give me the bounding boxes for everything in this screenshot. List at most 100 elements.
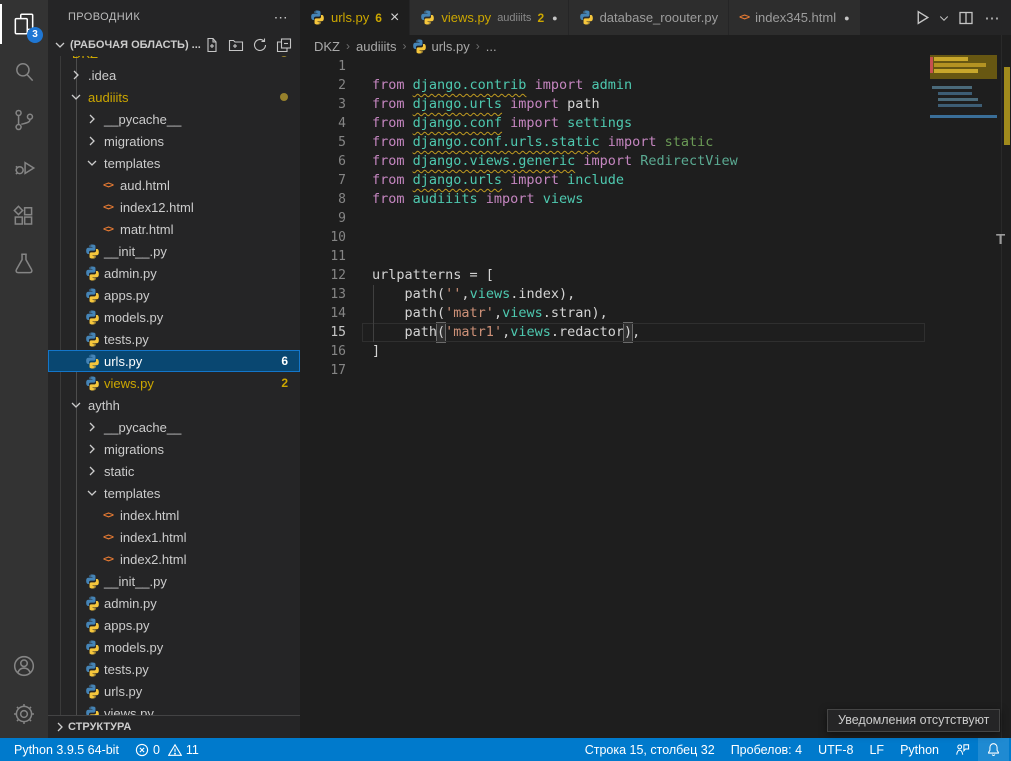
indentation-status[interactable]: Пробелов: 4 [723, 738, 810, 761]
tree-item-apps.py[interactable]: apps.py [48, 284, 300, 306]
line-number: 10 [300, 228, 346, 247]
tree-item-label: tests.py [104, 662, 149, 677]
vscode-window: 3 [0, 0, 1011, 761]
breadcrumb-item-audiiits[interactable]: audiiits [356, 39, 396, 54]
breadcrumb-item-...[interactable]: ... [486, 39, 497, 54]
tree-item-label: index2.html [120, 552, 186, 567]
tree-item-tests.py[interactable]: tests.py [48, 658, 300, 680]
overview-ruler[interactable]: T [1001, 35, 1011, 738]
tree-item-audiiits[interactable]: audiiits [48, 86, 300, 108]
language-mode-status[interactable]: Python [892, 738, 947, 761]
tree-item-aud.html[interactable]: <>aud.html [48, 174, 300, 196]
tree-item-index1.html[interactable]: <>index1.html [48, 526, 300, 548]
new-folder-icon[interactable] [228, 37, 244, 53]
tree-item-migrations[interactable]: migrations [48, 130, 300, 152]
tree-item-__init__.py[interactable]: __init__.py [48, 240, 300, 262]
tab-description: audiiits [497, 12, 531, 24]
tree-item-label: urls.py [104, 684, 142, 699]
code-editor[interactable]: 12from django.contrib import admin3from … [300, 57, 1011, 738]
breadcrumb-item-DKZ[interactable]: DKZ [314, 39, 340, 54]
split-editor-icon[interactable] [955, 7, 977, 29]
search-icon[interactable] [0, 48, 48, 96]
tree-item-templates[interactable]: templates [48, 152, 300, 174]
cursor-position-status[interactable]: Строка 15, столбец 32 [577, 738, 723, 761]
run-debug-icon[interactable] [0, 144, 48, 192]
tree-item-matr.html[interactable]: <>matr.html [48, 218, 300, 240]
tree-item-views.py[interactable]: views.py [48, 702, 300, 716]
source-control-icon[interactable] [0, 96, 48, 144]
encoding-status[interactable]: UTF-8 [810, 738, 861, 761]
code-indent-guide [373, 285, 374, 342]
tab-bar: urls.py6×views.pyaudiiits2●database_roou… [300, 0, 1011, 35]
tree-item-index.html[interactable]: <>index.html [48, 504, 300, 526]
tab-index345.html[interactable]: <>index345.html● [729, 0, 860, 35]
tab-views.py[interactable]: views.pyaudiiits2● [410, 0, 568, 35]
tree-item-.idea[interactable]: .idea [48, 64, 300, 86]
tree-item-models.py[interactable]: models.py [48, 306, 300, 328]
dirty-dot-icon[interactable]: ● [844, 13, 849, 23]
tree-item-__init__.py[interactable]: __init__.py [48, 570, 300, 592]
notifications-bell-icon[interactable] [978, 738, 1009, 761]
tree-item-admin.py[interactable]: admin.py [48, 592, 300, 614]
sidebar-title-bar: ПРОВОДНИК ⋯ [48, 0, 300, 34]
problems-badge: 6 [281, 354, 288, 368]
code-line-16: 16] [300, 342, 1011, 361]
close-icon[interactable]: × [390, 10, 399, 26]
tab-database_roouter.py[interactable]: database_roouter.py [569, 0, 730, 35]
python-interpreter-status[interactable]: Python 3.9.5 64-bit [6, 738, 127, 761]
account-icon[interactable] [0, 642, 48, 690]
explorer-icon[interactable]: 3 [0, 0, 48, 48]
eol-status[interactable]: LF [861, 738, 892, 761]
chevron-right-icon [84, 111, 100, 127]
tree-item-urls.py[interactable]: urls.py6 [48, 350, 300, 372]
feedback-icon[interactable] [947, 738, 978, 761]
python-icon [85, 354, 100, 369]
workspace-section-header[interactable]: (РАБОЧАЯ ОБЛАСТЬ) ... [48, 34, 300, 56]
outline-section-header[interactable]: СТРУКТУРА [48, 715, 300, 738]
minimap[interactable] [930, 55, 997, 675]
more-actions-icon[interactable]: ⋯ [981, 7, 1003, 29]
testing-icon[interactable] [0, 240, 48, 288]
tree-item-apps.py[interactable]: apps.py [48, 614, 300, 636]
chevron-down-icon [84, 485, 100, 501]
tree-item-index12.html[interactable]: <>index12.html [48, 196, 300, 218]
tab-urls.py[interactable]: urls.py6× [300, 0, 410, 35]
code-line-9: 9 [300, 209, 1011, 228]
tree-item-admin.py[interactable]: admin.py [48, 262, 300, 284]
tree-item-__pycache__[interactable]: __pycache__ [48, 108, 300, 130]
tree-item-views.py[interactable]: views.py2 [48, 372, 300, 394]
tree-item-models.py[interactable]: models.py [48, 636, 300, 658]
tree-item-templates[interactable]: templates [48, 482, 300, 504]
python-icon [85, 662, 100, 677]
tree-item-DKZ[interactable]: DKZ [48, 56, 300, 64]
problems-badge: 2 [281, 376, 288, 390]
tree-item-migrations[interactable]: migrations [48, 438, 300, 460]
run-python-file-icon[interactable] [911, 7, 933, 29]
line-number: 1 [300, 57, 346, 76]
line-number: 2 [300, 76, 346, 95]
new-file-icon[interactable] [204, 37, 220, 53]
tree-item-index2.html[interactable]: <>index2.html [48, 548, 300, 570]
tree-item-tests.py[interactable]: tests.py [48, 328, 300, 350]
dirty-dot-icon[interactable]: ● [552, 13, 557, 23]
refresh-icon[interactable] [252, 37, 268, 53]
python-icon [85, 310, 100, 325]
tree-item-aythh[interactable]: aythh [48, 394, 300, 416]
tree-item-label: aythh [88, 398, 120, 413]
collapse-all-icon[interactable] [276, 37, 292, 53]
run-dropdown-chevron-icon[interactable] [937, 7, 951, 29]
overview-t-mark: T [996, 231, 1005, 248]
tree-item-urls.py[interactable]: urls.py [48, 680, 300, 702]
breadcrumb-separator: › [476, 39, 480, 53]
explorer-more-actions-icon[interactable]: ⋯ [274, 9, 288, 26]
breadcrumb-item-urls.py[interactable]: urls.py [412, 39, 469, 54]
settings-gear-icon[interactable] [0, 690, 48, 738]
tree-item-__pycache__[interactable]: __pycache__ [48, 416, 300, 438]
problems-status[interactable]: 0 11 [127, 738, 207, 761]
tree-item-static[interactable]: static [48, 460, 300, 482]
html-icon: <> [739, 12, 749, 23]
chevron-down-icon [68, 397, 84, 413]
extensions-icon[interactable] [0, 192, 48, 240]
line-number: 8 [300, 190, 346, 209]
line-number: 12 [300, 266, 346, 285]
